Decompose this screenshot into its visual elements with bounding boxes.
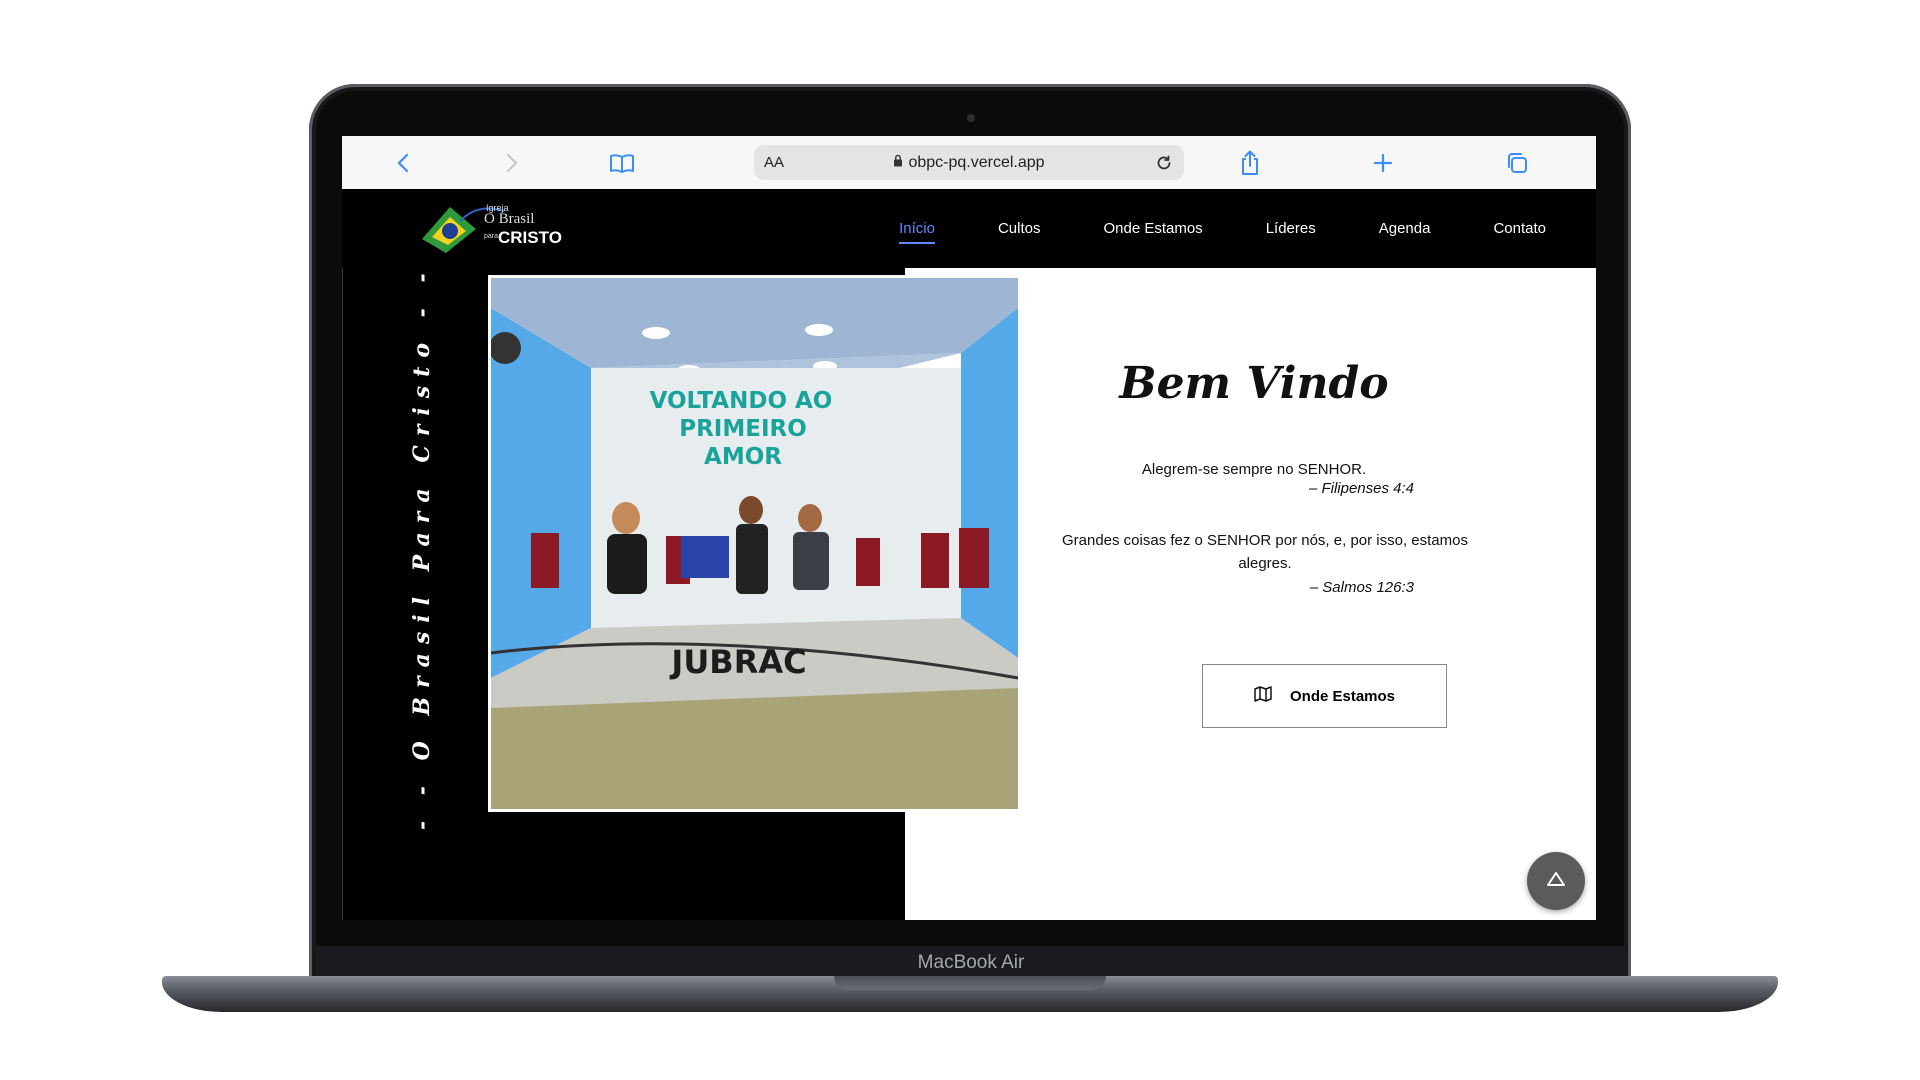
banner-line-2: PRIMEIRO — [679, 416, 807, 442]
nav-inicio[interactable]: Início — [899, 220, 935, 244]
back-icon[interactable] — [386, 146, 420, 180]
where-we-are-label: Onde Estamos — [1289, 687, 1396, 705]
left-border — [342, 268, 343, 920]
logo-cristo: CRISTO — [498, 228, 562, 247]
banner-line-3: AMOR — [704, 444, 782, 470]
url-text: obpc-pq.vercel.app — [908, 153, 1045, 171]
verse-2-reference: – Salmos 126:3 — [1309, 579, 1414, 596]
tabs-icon[interactable] — [1500, 146, 1534, 180]
verse-2-text: Grandes coisas fez o SENHOR por nós, e, … — [1061, 532, 1468, 572]
main-nav: Início Cultos Onde Estamos Líderes Agend… — [836, 189, 1546, 268]
nav-lideres[interactable]: Líderes — [1266, 220, 1316, 237]
site-header: Igreja O Brasil para CRISTO Início Culto… — [342, 189, 1596, 268]
browser-toolbar: AA obpc-pq.vercel.app — [342, 136, 1596, 190]
lock-icon — [893, 154, 903, 172]
map-icon — [1254, 686, 1272, 706]
welcome-title: Bem Vindo — [1119, 358, 1389, 409]
camera-icon — [967, 114, 975, 122]
reload-icon[interactable] — [1152, 145, 1176, 180]
screen: AA obpc-pq.vercel.app Igreja O Brasil pa… — [342, 136, 1596, 920]
laptop-model-label: MacBook Air — [917, 951, 1025, 973]
hero-photo: VOLTANDO AO PRIMEIRO AMOR JUBRAC — [488, 275, 1021, 812]
logo-o-brasil: O Brasil — [484, 211, 535, 227]
text-size-button[interactable]: AA — [764, 145, 784, 180]
where-we-are-button[interactable]: Onde Estamos — [1202, 664, 1447, 728]
logo-para: para — [484, 233, 499, 240]
laptop-notch — [834, 976, 1106, 990]
nav-cultos[interactable]: Cultos — [998, 220, 1041, 237]
stage-text-jubrac: JUBRAC — [669, 643, 806, 681]
church-logo[interactable]: Igreja O Brasil para CRISTO — [420, 201, 562, 257]
verse-1-text: Alegrem-se sempre no SENHOR. — [1141, 461, 1367, 478]
address-bar[interactable]: AA obpc-pq.vercel.app — [754, 145, 1184, 180]
church-photo-image: VOLTANDO AO PRIMEIRO AMOR JUBRAC — [491, 278, 1018, 809]
bookmarks-icon[interactable] — [605, 146, 639, 180]
triangle-up-icon — [1546, 871, 1566, 892]
forward-icon[interactable] — [495, 146, 529, 180]
scroll-to-top-button[interactable] — [1527, 852, 1585, 910]
new-tab-icon[interactable] — [1366, 146, 1400, 180]
nav-contato[interactable]: Contato — [1493, 220, 1546, 237]
banner-line-1: VOLTANDO AO — [650, 388, 833, 414]
nav-agenda[interactable]: Agenda — [1379, 220, 1431, 237]
vertical-tagline: - - O Brasil Para Cristo - - — [409, 264, 435, 830]
verse-1-reference: – Filipenses 4:4 — [1308, 480, 1414, 497]
nav-onde-estamos[interactable]: Onde Estamos — [1103, 220, 1202, 237]
share-icon[interactable] — [1233, 146, 1267, 180]
